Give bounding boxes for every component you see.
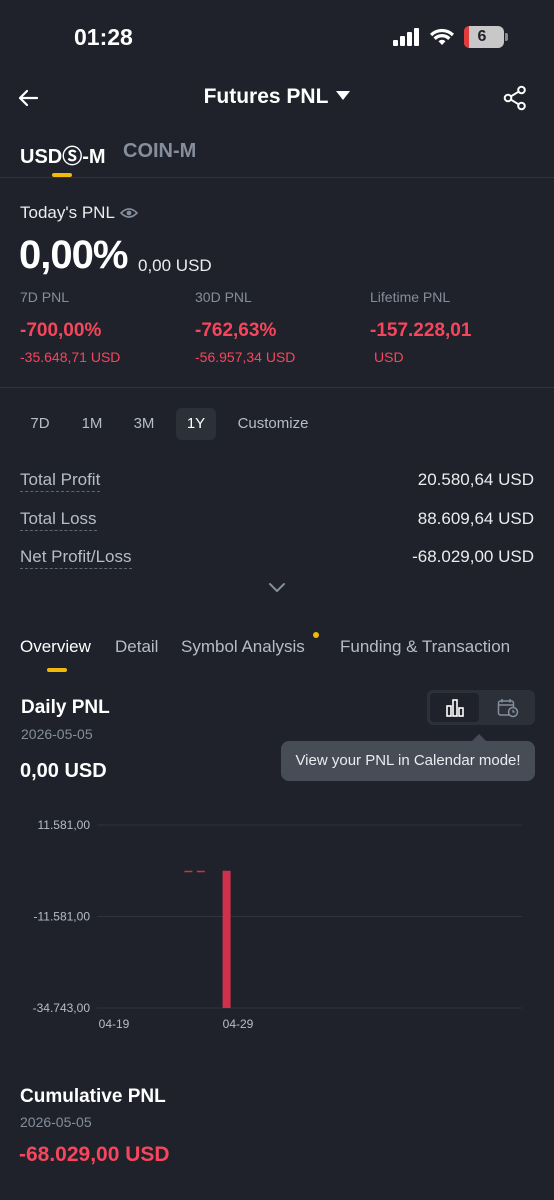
- total-loss-label[interactable]: Total Loss: [20, 509, 97, 531]
- daily-pnl-date: 2026-05-05: [21, 726, 93, 742]
- bar-chart-mode-button[interactable]: [430, 693, 479, 722]
- stat-lifetime-label: Lifetime PNL: [370, 289, 451, 305]
- y-tick-label: -34.743,00: [33, 1001, 91, 1015]
- cellular-signal-icon: [393, 28, 419, 46]
- tab-usds-m[interactable]: USDⓈ-M: [20, 140, 106, 169]
- y-tick-label: -11.581,00: [34, 910, 91, 924]
- y-tick-label: 11.581,00: [38, 818, 91, 832]
- todays-pnl-label: Today's PNL: [20, 203, 115, 222]
- pnl-bar: [222, 870, 231, 1008]
- notification-dot: [313, 632, 319, 638]
- calendar-clock-icon: [497, 698, 518, 717]
- pnl-bar: [184, 870, 193, 873]
- eye-icon[interactable]: [120, 206, 138, 220]
- net-profit-loss-value: -68.029,00 USD: [412, 547, 534, 566]
- daily-pnl-value: 0,00 USD: [20, 760, 107, 782]
- share-icon[interactable]: [502, 85, 528, 111]
- tooltip-arrow: [472, 734, 486, 741]
- tab-overview[interactable]: Overview: [20, 637, 91, 657]
- stat-30d-label: 30D PNL: [195, 289, 252, 305]
- section-tab-indicator: [47, 668, 67, 672]
- divider: [0, 387, 554, 388]
- tab-funding-transaction[interactable]: Funding & Transaction: [340, 637, 510, 657]
- range-7d[interactable]: 7D: [20, 408, 60, 440]
- pnl-bar: [196, 870, 205, 873]
- daily-pnl-chart: 11.581,00 -11.581,00 -34.743,00 04-19 04-29: [33, 818, 522, 1031]
- stat-lifetime-value: -157.228,01: [370, 320, 472, 341]
- stat-7d-percent: -700,00%: [20, 320, 102, 341]
- stat-30d-percent: -762,63%: [195, 320, 277, 341]
- x-tick-label: 04-29: [223, 1017, 254, 1031]
- bar-chart-icon: [445, 698, 464, 717]
- stat-30d-usd: -56.957,34 USD: [195, 349, 296, 365]
- daily-pnl-title: Daily PNL: [21, 697, 110, 718]
- divider: [0, 177, 554, 178]
- tab-coin-m[interactable]: COIN-M: [123, 140, 196, 163]
- tab-detail[interactable]: Detail: [115, 637, 158, 657]
- total-loss-value: 88.609,64 USD: [417, 509, 534, 528]
- stat-7d-label: 7D PNL: [20, 289, 70, 305]
- caret-down-icon: [336, 91, 351, 100]
- tab-symbol-analysis[interactable]: Symbol Analysis: [181, 637, 305, 657]
- page-title-text: Futures PNL: [203, 85, 329, 108]
- chart-mode-toggle: [427, 690, 535, 725]
- total-profit-value: 20.580,64 USD: [417, 470, 534, 489]
- calendar-mode-tooltip[interactable]: View your PNL in Calendar mode!: [281, 741, 535, 781]
- range-1m[interactable]: 1M: [72, 408, 112, 440]
- cumulative-pnl-date: 2026-05-05: [20, 1114, 92, 1130]
- futures-pnl-screen: 01:28 6 Futures PNL USDⓈ-M COIN-M Today'…: [0, 0, 554, 1200]
- cumulative-pnl-value: -68.029,00 USD: [19, 1143, 170, 1166]
- range-customize[interactable]: Customize: [228, 408, 318, 440]
- calendar-mode-button[interactable]: [483, 693, 532, 722]
- page-title[interactable]: Futures PNL: [0, 85, 554, 109]
- todays-pnl-usd: 0,00 USD: [138, 256, 212, 275]
- cumulative-pnl-title: Cumulative PNL: [20, 1086, 166, 1107]
- range-3m[interactable]: 3M: [124, 408, 164, 440]
- total-profit-label[interactable]: Total Profit: [20, 470, 101, 492]
- net-profit-loss-label[interactable]: Net Profit/Loss: [20, 547, 132, 569]
- range-1y[interactable]: 1Y: [176, 408, 216, 440]
- battery-icon: 6: [464, 26, 508, 48]
- stat-lifetime-unit: USD: [374, 349, 404, 365]
- todays-pnl-percent: 0,00%: [19, 233, 128, 277]
- stat-7d-usd: -35.648,71 USD: [20, 349, 121, 365]
- battery-level: 6: [477, 28, 487, 45]
- x-tick-label: 04-19: [99, 1017, 130, 1031]
- wifi-icon: [430, 28, 454, 45]
- status-time: 01:28: [74, 24, 133, 50]
- chevron-down-icon[interactable]: [268, 581, 286, 593]
